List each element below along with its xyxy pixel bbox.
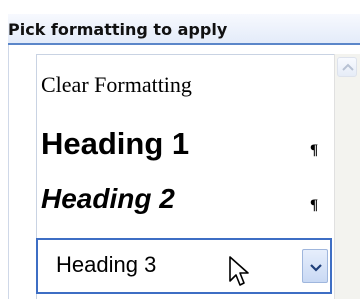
mouse-pointer-icon (229, 256, 249, 286)
style-item-heading-3[interactable]: Heading 3 (36, 238, 332, 294)
header-divider (8, 43, 360, 45)
chevron-down-icon (310, 264, 322, 272)
panel-left-border (8, 45, 9, 299)
style-item-heading-1[interactable]: Heading 1 (41, 126, 189, 162)
style-item-clear-formatting[interactable]: Clear Formatting (41, 72, 192, 98)
pilcrow-icon: ¶ (310, 142, 319, 158)
vertical-scrollbar[interactable] (334, 54, 360, 299)
style-item-label: Heading 3 (56, 252, 157, 277)
chevron-up-icon (342, 63, 354, 71)
pilcrow-icon: ¶ (310, 197, 319, 213)
scroll-up-button[interactable] (337, 57, 357, 77)
style-item-heading-2[interactable]: Heading 2 (41, 183, 175, 215)
panel-header: Pick formatting to apply (8, 14, 360, 44)
panel-title: Pick formatting to apply (8, 20, 228, 39)
styles-task-pane: Pick formatting to apply Clear Formattin… (0, 0, 360, 299)
style-options-dropdown-button[interactable] (302, 249, 328, 283)
